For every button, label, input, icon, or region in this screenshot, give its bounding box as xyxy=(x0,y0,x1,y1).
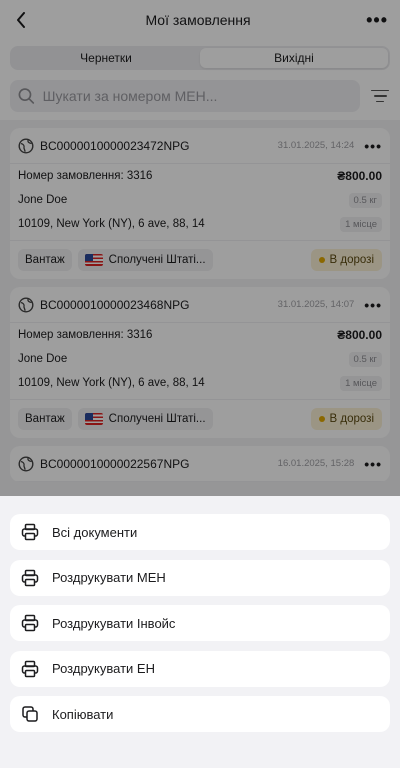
actions-bottom-sheet: Всі документи Роздрукувати МЕН Роздрукув… xyxy=(0,496,400,768)
action-label: Роздрукувати ЕН xyxy=(52,661,155,676)
printer-icon xyxy=(21,614,39,632)
print-en-button[interactable]: Роздрукувати ЕН xyxy=(10,650,390,687)
action-label: Всі документи xyxy=(52,524,138,540)
action-label: Роздрукувати МЕН xyxy=(52,570,166,585)
action-label: Роздрукувати Інвойс xyxy=(52,615,176,631)
printer-icon xyxy=(21,523,39,541)
copy-icon xyxy=(22,706,38,722)
printer-icon xyxy=(21,569,39,586)
all-documents-button[interactable]: Всі документи xyxy=(10,514,390,550)
print-men-button[interactable]: Роздрукувати МЕН xyxy=(10,559,390,596)
print-invoice-button[interactable]: Роздрукувати Інвойс xyxy=(10,605,390,641)
action-label: Копіювати xyxy=(52,706,114,722)
copy-button[interactable]: Копіювати xyxy=(10,696,390,732)
printer-icon xyxy=(21,660,39,677)
